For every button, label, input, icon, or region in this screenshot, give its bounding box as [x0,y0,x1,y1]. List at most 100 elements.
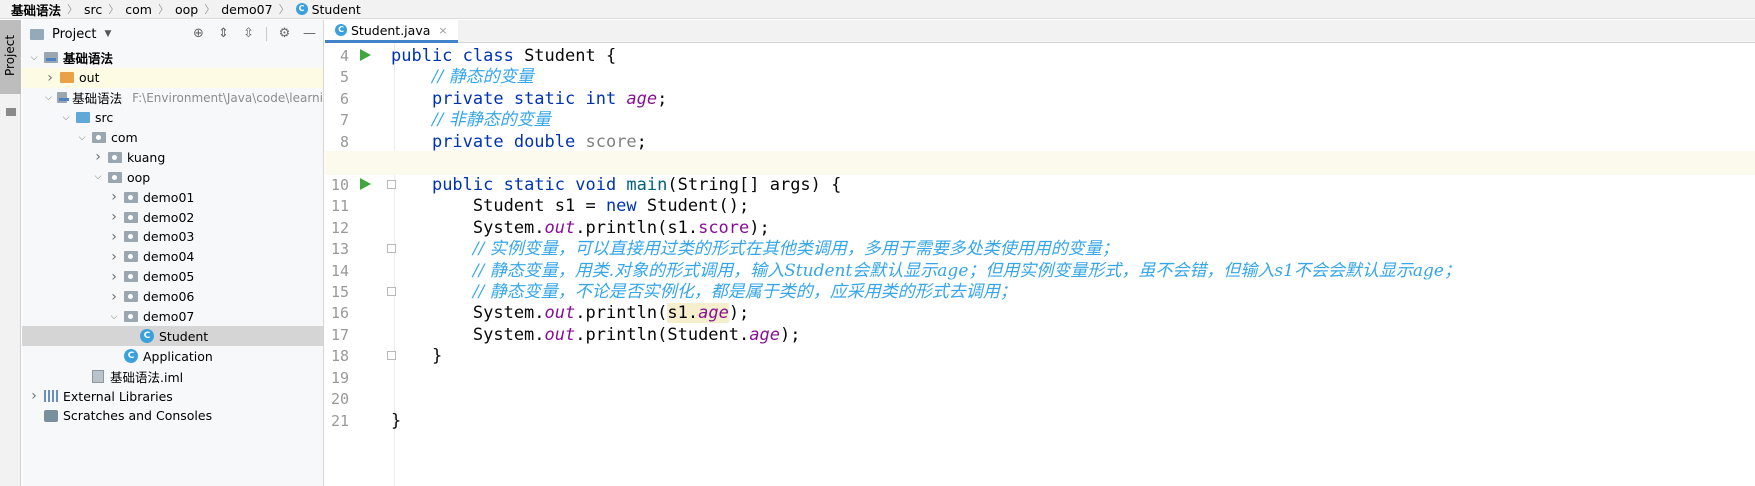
code-token: .println(Student. [575,324,750,345]
tree-node[interactable]: › kuang [22,147,323,167]
tree-node-label: 基础语法 [63,51,114,67]
chevron-right-icon[interactable]: › [108,189,120,205]
tree-node[interactable]: › External Libraries [22,386,323,406]
tree-node[interactable]: › demo03 [22,227,323,247]
tree-node[interactable]: › demo01 [22,187,323,207]
code-line[interactable] [391,366,1751,390]
tree-node[interactable]: ⌵ 基础语法 F:\Environment\Java\code\learni [22,88,323,108]
tree-node[interactable]: ⌵ src [22,108,323,128]
chevron-down-icon[interactable]: ⌵ [76,133,88,143]
breadcrumb-label: Student [311,1,361,17]
chevron-down-icon[interactable]: ⌵ [44,93,53,103]
code-token: System. [391,324,545,345]
tree-node[interactable]: ⌵ oop [22,167,323,187]
tree-node-label: Scratches and Consoles [63,408,213,424]
structure-icon[interactable] [6,108,16,116]
chevron-right-icon[interactable]: › [108,229,120,245]
chevron-right-icon[interactable]: › [108,269,120,285]
code-line[interactable]: System.out.println(Student.age); [391,323,1751,347]
tree-node-label: src [95,110,114,126]
breadcrumb-item[interactable]: C Student [295,1,361,17]
tree-node[interactable]: 基础语法.iml [22,366,323,386]
breadcrumb-item[interactable]: 基础语法 [11,0,61,19]
code-line[interactable]: public static void main(String[] args) { [391,173,1751,197]
chevron-right-icon[interactable]: › [108,289,120,305]
code-line[interactable]: private static int age; [391,87,1751,111]
close-icon[interactable]: × [438,24,447,37]
code-line[interactable]: // 静态变量，用类.对象的形式调用，输入Student会默认显示age；但用实… [391,259,1751,283]
package-icon [124,251,138,263]
tree-node-label: demo06 [143,289,195,305]
run-icon[interactable] [360,49,371,61]
chevron-down-icon[interactable]: ⌵ [92,172,104,182]
project-tool-tab[interactable]: Project [0,20,21,94]
code-token: score [585,131,637,152]
tree-node-label: demo07 [143,309,195,325]
tree-node[interactable]: ⌵ demo07 [22,307,323,327]
tree-node[interactable]: › out [22,67,323,88]
java-class-icon: C [140,329,154,344]
code-token: public static void [431,174,627,195]
tree-node[interactable]: › demo05 [22,267,323,287]
code-line[interactable] [325,151,1755,176]
code-token: s1. [667,303,699,324]
chevron-down-icon[interactable]: ▼ [104,29,111,39]
code-line[interactable]: } [391,409,1751,433]
line-number: 16 [330,304,349,323]
breadcrumb-item[interactable]: src [84,2,102,17]
chevron-right-icon[interactable]: › [44,70,56,86]
chevron-right-icon[interactable]: › [28,388,40,404]
code-line[interactable] [391,387,1751,411]
tree-node[interactable]: ⌵ com [22,128,323,148]
breadcrumb-item[interactable]: com [125,2,152,17]
code-token: // 非静态的变量 [431,110,551,131]
minimize-icon[interactable]: — [302,26,317,41]
code-line[interactable]: // 静态变量，不论是否实例化，都是属于类的，应采用类的形式去调用； [391,280,1751,304]
code-line[interactable]: Student s1 = new Student(); [391,194,1751,218]
code-token: // 静态的变量 [431,67,534,88]
collapse-all-icon[interactable]: ⇳ [241,26,256,41]
chevron-down-icon[interactable]: ⌵ [28,53,40,63]
locate-icon[interactable]: ⊕ [191,26,206,41]
line-number: 19 [330,368,349,387]
code-line[interactable]: private double score; [391,130,1751,154]
package-icon [124,291,138,303]
code-line[interactable]: System.out.println(s1.age); [391,301,1751,325]
expand-all-icon[interactable]: ⇕ [216,26,231,41]
package-icon [124,191,138,203]
tree-node[interactable]: › demo06 [22,287,323,307]
tree-node[interactable]: › demo02 [22,207,323,227]
java-class-icon: C [124,349,138,364]
chevron-right-icon[interactable]: › [92,149,104,165]
breadcrumb-item[interactable]: demo07 [221,2,272,17]
code-area[interactable]: public class Student { // 静态的变量 private … [325,43,1755,486]
code-line[interactable]: } [391,344,1751,368]
chevron-down-icon[interactable]: ⌵ [60,113,72,123]
tree-node[interactable]: C Student [22,326,323,347]
chevron-right-icon[interactable]: › [108,209,120,225]
code-token: .println(s1. [575,217,699,238]
project-panel-title[interactable]: Project [52,27,96,42]
chevron-right-icon[interactable]: › [108,249,120,265]
tree-node[interactable]: ⌵ 基础语法 [22,48,323,68]
breadcrumb-item[interactable]: oop [175,2,198,17]
run-icon[interactable] [360,177,371,190]
tab-label: Student.java [351,22,431,38]
code-line[interactable]: // 实例变量，可以直接用过类的形式在其他类调用，多用于需要多处类使用用的变量； [391,237,1751,261]
chevron-down-icon[interactable]: ⌵ [108,312,120,322]
code-line[interactable]: // 静态的变量 [391,65,1751,89]
line-number: 17 [330,325,349,344]
gear-icon[interactable]: ⚙ [277,26,292,41]
tree-node[interactable]: C Application [22,346,323,366]
tree-node[interactable]: Scratches and Consoles [22,406,323,426]
code-line[interactable]: System.out.println(s1.score); [391,216,1751,240]
tree-node[interactable]: › demo04 [22,247,323,267]
project-panel-header: Project ▼ ⊕ ⇕ ⇳ ⚙ — [22,20,323,48]
source-folder-icon [76,112,90,124]
tab-student-java[interactable]: C Student.java × [325,20,458,43]
code-token: ); [779,324,801,345]
code-line[interactable]: // 非静态的变量 [391,108,1751,132]
code-line[interactable]: public class Student { [391,44,1751,68]
